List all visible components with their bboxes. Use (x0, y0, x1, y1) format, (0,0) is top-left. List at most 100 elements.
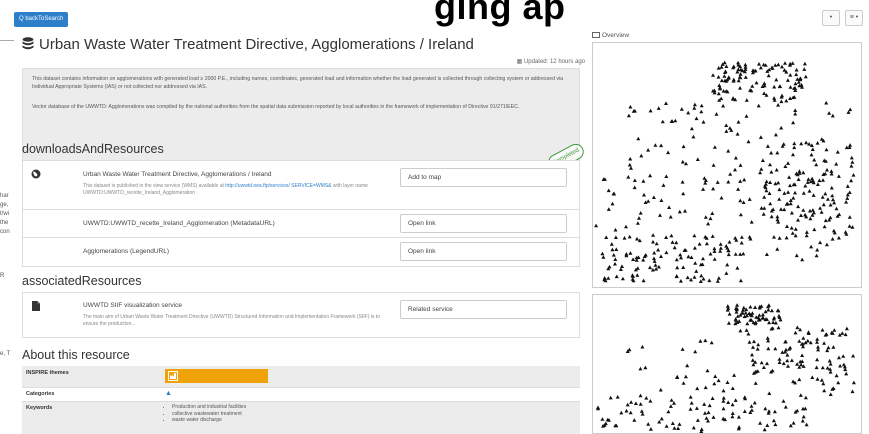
map-marker (828, 392, 833, 396)
map-marker (808, 208, 812, 213)
map-marker (827, 358, 832, 363)
category-icon[interactable]: ▲ (165, 390, 172, 397)
map-marker (838, 363, 843, 368)
map-marker (811, 193, 816, 197)
map-marker (815, 182, 820, 186)
map-marker (627, 162, 632, 167)
map-marker (656, 247, 661, 252)
map-marker (619, 410, 624, 415)
map-marker (793, 227, 798, 231)
map-marker (699, 103, 704, 108)
map-marker (848, 143, 853, 147)
map-marker (674, 257, 679, 262)
map-marker (797, 169, 802, 173)
keyword-item[interactable]: waste water discharge (172, 417, 246, 424)
map-marker (810, 147, 815, 151)
map-marker (769, 170, 774, 174)
map-marker (648, 265, 652, 270)
map-marker (652, 256, 656, 261)
map-marker (689, 126, 694, 131)
map-marker (691, 425, 696, 430)
slide-title-fragment: ging ap (434, 0, 566, 27)
map-marker (692, 233, 697, 238)
map-marker (703, 215, 708, 219)
keyword-item[interactable]: Production and industrial facilities (172, 404, 246, 411)
map-marker (765, 144, 770, 148)
map-marker (627, 234, 632, 239)
map-marker (758, 65, 763, 70)
map-marker (804, 140, 809, 145)
map-marker (773, 346, 778, 351)
map-marker (773, 422, 778, 427)
toggle-button[interactable]: • (822, 10, 840, 26)
map-marker (641, 179, 646, 183)
map-marker (772, 409, 777, 414)
associated-heading: associatedResources (22, 274, 142, 288)
map-marker (750, 352, 754, 357)
resource-title[interactable]: UWWTD SIIF visualization service (83, 302, 182, 309)
map-marker (794, 67, 799, 72)
map-marker (809, 152, 814, 157)
map-marker (735, 266, 740, 270)
map-marker (631, 257, 636, 261)
open-link-button[interactable]: Open link (400, 214, 567, 233)
map-marker (832, 200, 837, 205)
map-marker (790, 231, 795, 235)
map-marker (628, 104, 633, 109)
map-marker (777, 187, 782, 192)
map-marker (632, 178, 637, 182)
map-marker (779, 125, 784, 130)
map-marker (785, 78, 790, 82)
map-marker (664, 101, 668, 105)
map-marker (828, 362, 833, 366)
service-link[interactable]: http://uwwtd.eea.ftp/services/ SERVICE=W… (225, 183, 331, 189)
map-marker (761, 212, 766, 216)
map-marker (697, 242, 702, 246)
map-marker (701, 276, 706, 281)
map-marker (772, 84, 777, 89)
list-item: Urban Waste Water Treatment Directive, A… (23, 161, 579, 210)
map-marker (733, 167, 737, 172)
add-to-map-button[interactable]: Add to map (400, 168, 567, 187)
inspire-theme-badge[interactable] (165, 369, 268, 383)
map-marker (777, 357, 782, 361)
resource-title[interactable]: Agglomerations (LegendURL) (83, 248, 169, 255)
map-marker (837, 212, 842, 217)
map-marker (767, 320, 772, 325)
map-marker (803, 212, 808, 217)
resource-title[interactable]: UWWTD:UWWTD_recette_Ireland_Agglomeratio… (83, 220, 275, 227)
back-to-search-button[interactable]: Q backToSearch (14, 12, 69, 27)
map-marker (814, 365, 819, 370)
open-link-button[interactable]: Open link (400, 242, 567, 261)
map-marker (782, 68, 787, 72)
map-marker (664, 174, 669, 178)
map-marker (802, 61, 807, 66)
about-table: INSPIRE themes Categories ▲ Keywords Pro… (22, 366, 580, 434)
map-marker (689, 277, 693, 282)
map-marker (798, 393, 803, 397)
map-marker (809, 244, 814, 249)
image-icon (592, 32, 600, 38)
map-marker (736, 187, 741, 191)
related-service-button[interactable]: Related service (400, 300, 567, 319)
map-marker (814, 253, 819, 258)
map-marker (829, 169, 834, 173)
text-fragment: t/wi (0, 211, 9, 217)
map-marker (686, 254, 691, 259)
map-marker (738, 179, 743, 183)
calendar-icon: ▦ (516, 59, 523, 65)
menu-button[interactable]: ≡ • (845, 10, 863, 26)
map-marker (681, 144, 686, 149)
map-marker (820, 195, 825, 199)
map-marker (804, 233, 809, 238)
map-marker (625, 402, 630, 407)
map-marker (824, 242, 829, 247)
map-marker (613, 235, 618, 239)
resource-title[interactable]: Urban Waste Water Treatment Directive, A… (83, 171, 271, 178)
map-marker (824, 100, 829, 105)
map-marker (783, 61, 787, 65)
map-marker (821, 178, 825, 182)
map-marker (794, 72, 799, 77)
map-marker (797, 339, 802, 343)
map-marker (659, 143, 664, 148)
